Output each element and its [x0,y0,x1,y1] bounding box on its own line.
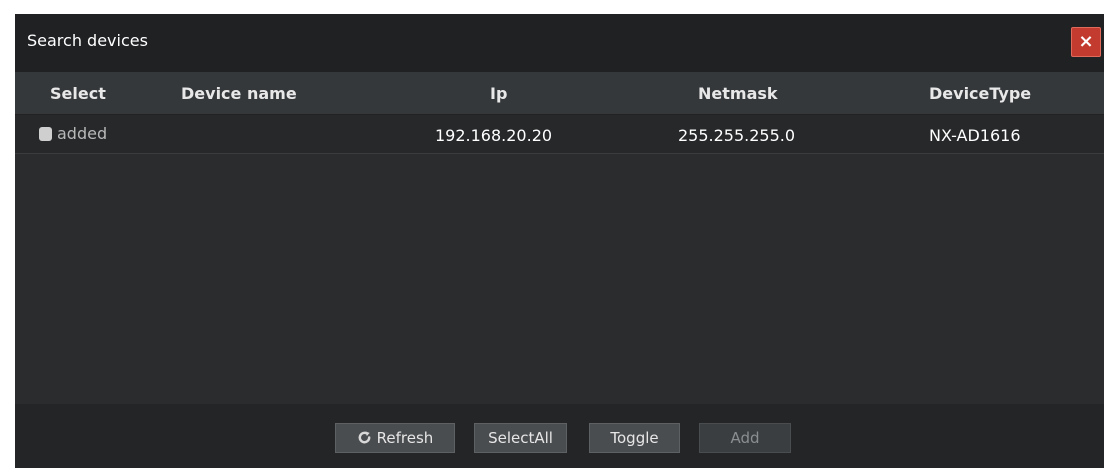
close-icon: × [1078,31,1094,52]
dialog-footer: Refresh SelectAll Toggle Add [15,404,1104,468]
netmask-cell: 255.255.255.0 [678,126,796,145]
toggle-button[interactable]: Toggle [589,423,680,453]
select-all-button[interactable]: SelectAll [474,423,567,453]
refresh-icon [358,431,371,444]
table-header: Select Device name Ip Netmask DeviceType [15,72,1104,115]
toggle-button-label: Toggle [610,429,659,447]
table-empty-area [15,154,1104,419]
column-header-netmask[interactable]: Netmask [698,84,778,103]
close-button[interactable]: × [1071,27,1101,57]
refresh-button-label: Refresh [376,429,434,447]
select-status-label: added [57,124,108,143]
column-header-select[interactable]: Select [50,84,106,103]
dialog-title: Search devices [27,31,148,50]
column-header-device-name[interactable]: Device name [181,84,297,103]
select-all-button-label: SelectAll [488,429,553,447]
add-button-label: Add [730,429,760,447]
table-row[interactable]: added 192.168.20.20 255.255.255.0 NX-AD1… [15,115,1104,154]
device-type-cell: NX-AD1616 [929,126,1021,145]
select-checkbox[interactable] [39,127,52,141]
refresh-button[interactable]: Refresh [335,423,455,453]
column-header-device-type[interactable]: DeviceType [929,84,1031,103]
search-devices-dialog: Search devices × Select Device name Ip N… [15,14,1104,468]
dialog-titlebar: Search devices × [15,14,1104,72]
add-button[interactable]: Add [699,423,791,453]
ip-cell: 192.168.20.20 [435,126,553,145]
column-header-ip[interactable]: Ip [490,84,507,103]
